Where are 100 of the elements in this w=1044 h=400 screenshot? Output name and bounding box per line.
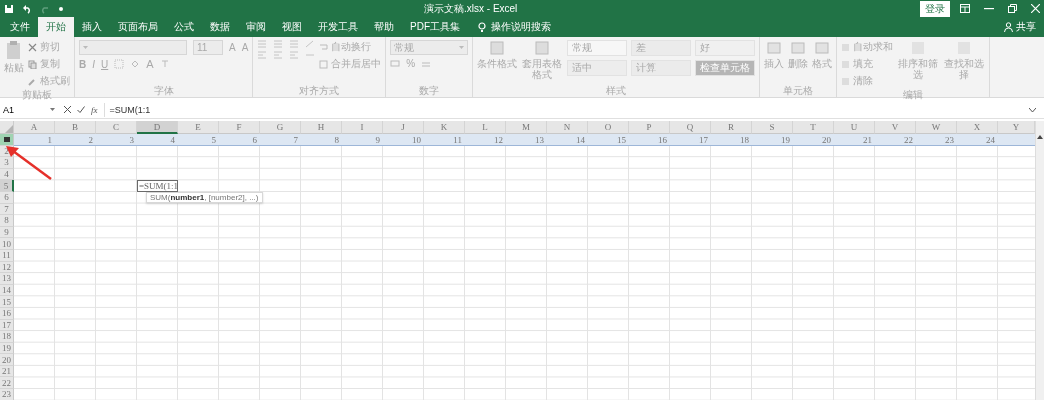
column-header[interactable]: D: [137, 121, 178, 134]
table-cell-text: 15: [616, 134, 627, 146]
table-cell-text: 2: [87, 134, 94, 146]
column-header[interactable]: C: [96, 121, 137, 134]
ribbon-tab[interactable]: 公式: [166, 17, 202, 37]
column-header[interactable]: A: [14, 121, 55, 134]
column-header[interactable]: X: [957, 121, 998, 134]
restore-icon: [1008, 4, 1017, 13]
table-cell-text: 14: [575, 134, 586, 146]
column-header[interactable]: G: [260, 121, 301, 134]
column-header[interactable]: P: [629, 121, 670, 134]
row-header[interactable]: 10: [0, 238, 14, 250]
group-label: 剪贴板: [21, 88, 53, 101]
row-header[interactable]: [0, 134, 14, 146]
align-left-icon: [289, 51, 300, 59]
align-left-icon: [273, 51, 284, 59]
table-cell-text: 3: [128, 134, 135, 146]
column-header[interactable]: W: [916, 121, 957, 134]
group-label: 编辑: [902, 88, 925, 101]
column-header[interactable]: B: [55, 121, 96, 134]
align-top-icon: [289, 40, 300, 48]
table-cell-text: 11: [452, 134, 463, 146]
column-header[interactable]: F: [219, 121, 260, 134]
ribbon-tab[interactable]: 开始: [38, 17, 74, 37]
share-button[interactable]: 共享: [1016, 20, 1036, 34]
column-header[interactable]: N: [547, 121, 588, 134]
table-cell-text: 22: [903, 134, 914, 146]
column-header[interactable]: M: [506, 121, 547, 134]
column-header[interactable]: V: [875, 121, 916, 134]
ribbon-tab[interactable]: 视图: [274, 17, 310, 37]
row-header[interactable]: 20: [0, 354, 14, 366]
table-cell-text: 9: [374, 134, 381, 146]
column-header[interactable]: S: [752, 121, 793, 134]
align-top-icon: [257, 40, 268, 48]
column-header[interactable]: Q: [670, 121, 711, 134]
table-cell-text: 4: [169, 134, 176, 146]
column-header[interactable]: K: [424, 121, 465, 134]
column-header[interactable]: R: [711, 121, 752, 134]
ribbon-tab[interactable]: 插入: [74, 17, 110, 37]
row-header[interactable]: 5: [0, 180, 14, 192]
scrollbar[interactable]: [1035, 121, 1044, 400]
formula-field[interactable]: =SUM(1:1: [103, 102, 1023, 117]
column-header[interactable]: Y: [998, 121, 1035, 134]
scissors-icon: [28, 42, 37, 52]
table-cell-text: 24: [985, 134, 996, 146]
function-tooltip: SUM(number1, [number2], ...): [146, 191, 263, 203]
undo-icon: [22, 3, 32, 14]
ribbon-tab[interactable]: 数据: [202, 17, 238, 37]
cancel-icon: [64, 106, 71, 113]
table-cell-text: 6: [251, 134, 258, 146]
column-header[interactable]: L: [465, 121, 506, 134]
row-header[interactable]: 22: [0, 377, 14, 390]
wrap-text-icon: [319, 42, 329, 52]
row-header[interactable]: 8: [0, 215, 14, 227]
table-cell-text: 17: [698, 134, 709, 146]
group-label: 样式: [605, 84, 628, 97]
login-button[interactable]: 登录: [920, 0, 950, 17]
window-title: 演示文稿.xlsx - Excel: [424, 1, 519, 16]
table-cell-text: 1: [46, 134, 53, 146]
insert-function-button[interactable]: fx: [91, 104, 98, 115]
group-label: 数字: [418, 84, 441, 97]
minimize-icon: [984, 7, 994, 10]
row-header[interactable]: 23: [0, 389, 14, 400]
cells-icon: [766, 40, 783, 56]
column-header[interactable]: J: [383, 121, 424, 134]
ribbon-tab[interactable]: 页面布局: [110, 17, 166, 37]
tell-me-search[interactable]: 操作说明搜索: [491, 20, 551, 34]
caret-icon: [83, 46, 88, 49]
ribbon-tab[interactable]: 开发工具: [310, 17, 366, 37]
scroll-up-icon: [1037, 135, 1043, 139]
ribbon-tab[interactable]: 审阅: [238, 17, 274, 37]
group-label: 对齐方式: [298, 84, 341, 97]
person-icon: [1004, 22, 1013, 32]
column-header[interactable]: T: [793, 121, 834, 134]
column-header[interactable]: H: [301, 121, 342, 134]
group-label: 字体: [152, 84, 175, 97]
table-icon: [489, 40, 506, 56]
row-header[interactable]: 18: [0, 331, 14, 343]
customize-icon: [58, 5, 64, 12]
copy-icon: [28, 59, 37, 69]
column-header[interactable]: I: [342, 121, 383, 134]
column-header[interactable]: O: [588, 121, 629, 134]
table-cell-text: 21: [862, 134, 873, 146]
row-header[interactable]: 13: [0, 273, 14, 285]
row-header[interactable]: 3: [0, 157, 14, 169]
merge-icon: [319, 59, 329, 69]
ribbon-tab[interactable]: PDF工具集: [402, 17, 468, 37]
column-header[interactable]: E: [178, 121, 219, 134]
ribbon-tab[interactable]: 文件: [2, 17, 38, 37]
align-top-icon: [273, 40, 284, 48]
pointer-arrow: [4, 145, 54, 181]
ribbon-tab[interactable]: 帮助: [366, 17, 402, 37]
group-label: 单元格: [782, 84, 815, 97]
table-cell-text: 16: [657, 134, 668, 146]
cells-icon: [790, 40, 807, 56]
clipboard-icon: [5, 40, 23, 60]
row-header[interactable]: 15: [0, 296, 14, 308]
column-header[interactable]: U: [834, 121, 875, 134]
brush-icon: [28, 76, 37, 86]
align-left-icon: [257, 51, 268, 59]
